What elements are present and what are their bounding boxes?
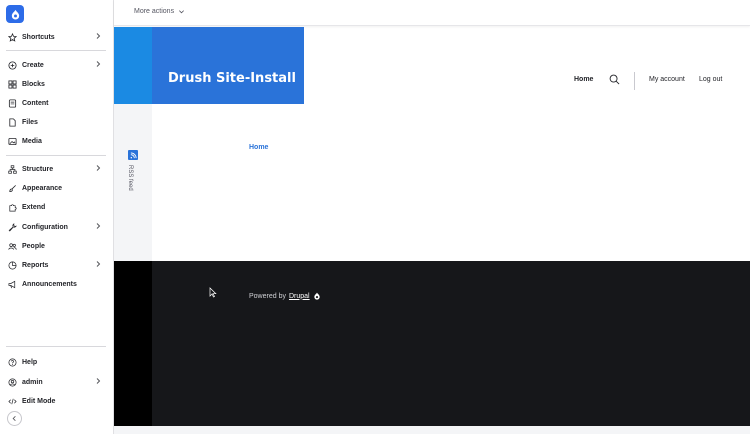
sidebar-item-create[interactable]: Create [6, 57, 108, 73]
footer-stripe [114, 261, 152, 426]
sidebar-divider [6, 50, 106, 51]
sidebar-item-label: admin [22, 378, 43, 386]
user-icon [6, 376, 18, 388]
log-out-link[interactable]: Log out [699, 76, 722, 83]
site-branding[interactable] [114, 27, 304, 104]
powered-by: Powered by Drupal [249, 292, 321, 300]
top-bar: More actions [114, 0, 750, 26]
sidebar-item-content[interactable]: Content [6, 95, 108, 111]
sidebar-item-extend[interactable]: Extend [6, 199, 108, 215]
sidebar-item-media[interactable]: Media [6, 133, 108, 149]
sidebar-item-label: Edit Mode [22, 397, 56, 405]
more-actions-label: More actions [134, 8, 175, 15]
drupal-drop-icon [313, 292, 320, 300]
nav-home-link[interactable]: Home [574, 76, 593, 83]
admin-sidebar: Shortcuts Create Blocks Content Files Me… [0, 0, 114, 434]
sidebar-item-structure[interactable]: Structure [6, 161, 108, 177]
sidebar-item-announcements[interactable]: Announcements [6, 276, 108, 292]
branding-stripe [114, 27, 152, 104]
drupal-logo-icon[interactable] [6, 5, 24, 23]
site-title[interactable]: Drush Site-Install [168, 71, 296, 86]
chevron-right-icon [94, 260, 104, 270]
media-icon [6, 135, 18, 147]
sidebar-item-configuration[interactable]: Configuration [6, 219, 108, 235]
collapse-sidebar-button[interactable] [7, 411, 22, 426]
sidebar-item-appearance[interactable]: Appearance [6, 180, 108, 196]
chevron-down-icon [179, 10, 185, 14]
chevron-right-icon [94, 60, 104, 70]
sidebar-item-label: Extend [22, 203, 46, 211]
people-icon [6, 240, 18, 252]
rss-icon[interactable] [128, 150, 138, 160]
sidebar-item-label: Blocks [22, 80, 45, 88]
header-divider [634, 72, 635, 90]
sidebar-item-blocks[interactable]: Blocks [6, 76, 108, 92]
sidebar-item-label: Content [22, 99, 49, 107]
sidebar-item-people[interactable]: People [6, 238, 108, 254]
chevron-right-icon [94, 32, 104, 42]
sidebar-item-label: Announcements [22, 280, 77, 288]
chevron-right-icon [94, 222, 104, 232]
reports-icon [6, 259, 18, 271]
sidebar-item-shortcuts[interactable]: Shortcuts [6, 29, 108, 45]
megaphone-icon [6, 278, 18, 290]
sidebar-item-label: Create [22, 61, 44, 69]
star-icon [6, 31, 18, 43]
mouse-cursor-icon [209, 287, 217, 298]
more-actions-button[interactable]: More actions [134, 8, 185, 15]
sidebar-item-user[interactable]: admin [6, 374, 108, 390]
sidebar-item-label: Media [22, 137, 42, 145]
content-icon [6, 97, 18, 109]
wrench-icon [6, 221, 18, 233]
breadcrumb-home-link[interactable]: Home [249, 144, 268, 151]
sidebar-item-label: Files [22, 118, 38, 126]
sidebar-item-label: People [22, 242, 45, 250]
code-icon [6, 395, 18, 407]
chevron-left-icon [12, 416, 16, 421]
site-footer [114, 261, 750, 426]
sidebar-divider [6, 155, 106, 156]
sidebar-item-help[interactable]: Help [6, 354, 108, 370]
brush-icon [6, 182, 18, 194]
sidebar-item-edit-mode[interactable]: Edit Mode [6, 393, 108, 409]
chevron-right-icon [94, 377, 104, 387]
sidebar-item-label: Help [22, 358, 38, 366]
sidebar-item-label: Shortcuts [22, 33, 55, 41]
blocks-icon [6, 78, 18, 90]
social-bar: RSS feed [114, 104, 152, 261]
chevron-right-icon [94, 164, 104, 174]
sidebar-item-label: Structure [22, 165, 54, 173]
structure-icon [6, 163, 18, 175]
sidebar-item-label: Configuration [22, 223, 68, 231]
sidebar-divider [6, 346, 106, 347]
drupal-link[interactable]: Drupal [289, 293, 310, 300]
sidebar-item-reports[interactable]: Reports [6, 257, 108, 273]
search-icon[interactable] [609, 74, 620, 85]
file-icon [6, 116, 18, 128]
help-icon [6, 356, 18, 368]
sidebar-item-label: Appearance [22, 184, 63, 192]
sidebar-item-label: Reports [22, 261, 49, 269]
plus-circle-icon [6, 59, 18, 71]
my-account-link[interactable]: My account [649, 76, 685, 83]
rss-feed-label[interactable]: RSS feed [127, 165, 133, 191]
bottom-strip [114, 426, 750, 434]
sidebar-item-files[interactable]: Files [6, 114, 108, 130]
powered-by-label: Powered by [249, 292, 286, 300]
puzzle-icon [6, 201, 18, 213]
